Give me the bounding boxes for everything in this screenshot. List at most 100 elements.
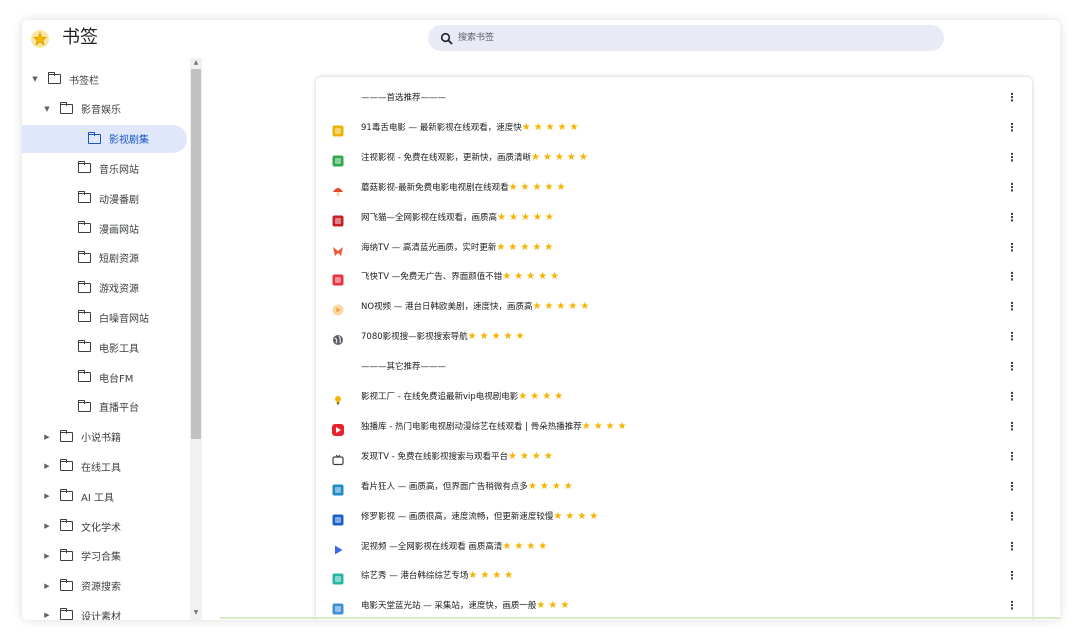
sidebar-item[interactable]: 电影工具 <box>60 333 187 361</box>
sidebar-item-label: 动漫番剧 <box>99 194 139 206</box>
more-vert-icon[interactable]: ⋮ <box>1006 359 1018 375</box>
sidebar-item[interactable]: 短剧资源 <box>60 244 187 272</box>
bookmark-row[interactable]: 海纳TV — 高清蓝光画质，实时更新★★★★★ ⋮ <box>316 235 1032 265</box>
more-vert-icon[interactable]: ⋮ <box>1006 539 1018 555</box>
bookmark-title[interactable]: 网飞猫—全网影视在线观看，画质高★★★★★ <box>361 212 557 224</box>
bookmark-row[interactable]: ———首选推荐——— ⋮ <box>316 85 1032 115</box>
more-vert-icon[interactable]: ⋮ <box>1006 598 1018 614</box>
star-rating: ★★★★ <box>553 510 602 522</box>
chevron-right-icon[interactable]: ▶ <box>42 522 52 530</box>
bookmark-row[interactable]: 综艺秀 — 港台韩综综艺专场★★★★ ⋮ <box>316 563 1032 593</box>
search-input[interactable] <box>458 28 928 48</box>
more-vert-icon[interactable]: ⋮ <box>1006 389 1018 405</box>
bookmark-title[interactable]: 看片狂人 — 画质高，但界面广告稍微有点多★★★★ <box>361 481 576 493</box>
chevron-right-icon[interactable]: ▶ <box>42 492 52 500</box>
bookmark-row[interactable]: 修罗影视 — 画质很高，速度流畅，但更新速度较慢★★★★ ⋮ <box>316 504 1032 534</box>
sidebar-item[interactable]: 音乐网站 <box>60 154 187 182</box>
sidebar-item[interactable]: ▶ 在线工具 <box>42 452 187 480</box>
sidebar-item[interactable]: 电台FM <box>60 363 187 391</box>
bookmark-title[interactable]: 发现TV - 免费在线影视搜索与观看平台★★★★ <box>361 451 556 463</box>
bookmark-row[interactable]: 泥视频 —全网影视在线观看 画质高清★★★★ ⋮ <box>316 534 1032 564</box>
more-vert-icon[interactable]: ⋮ <box>1006 180 1018 196</box>
more-vert-icon[interactable]: ⋮ <box>1006 299 1018 315</box>
bookmark-row[interactable]: 看片狂人 — 画质高，但界面广告稍微有点多★★★★ ⋮ <box>316 474 1032 504</box>
bookmark-row[interactable]: 影视工厂 - 在线免费追最新vip电视剧电影★★★★ ⋮ <box>316 384 1032 414</box>
sidebar-item[interactable]: 游戏资源 <box>60 274 187 302</box>
bookmark-title-text: 网飞猫—全网影视在线观看，画质高 <box>361 212 498 223</box>
bookmark-title[interactable]: 注视影视 - 免费在线观影，更新快，画质清晰★★★★★ <box>361 152 591 164</box>
bookmark-title[interactable]: 海纳TV — 高清蓝光画质，实时更新★★★★★ <box>361 242 556 254</box>
bookmark-title[interactable]: 影视工厂 - 在线免费追最新vip电视剧电影★★★★ <box>361 391 566 403</box>
sidebar-item[interactable]: 动漫番剧 <box>60 184 187 212</box>
chevron-right-icon[interactable]: ▶ <box>42 433 52 441</box>
star-rating: ★★★★ <box>502 540 551 552</box>
more-vert-icon[interactable]: ⋮ <box>1006 150 1018 166</box>
chevron-right-icon[interactable]: ▶ <box>42 552 52 560</box>
bookmark-row[interactable]: 发现TV - 免费在线影视搜索与观看平台★★★★ ⋮ <box>316 444 1032 474</box>
bookmark-title[interactable]: 电影天堂蓝光站 — 采集站，速度快，画质一般★★★ <box>361 600 572 612</box>
scroll-thumb[interactable] <box>191 69 201 439</box>
bookmark-row[interactable]: 飞快TV —免费无广告、界面颜值不错★★★★★ ⋮ <box>316 264 1032 294</box>
bookmark-title[interactable]: 修罗影视 — 画质很高，速度流畅，但更新速度较慢★★★★ <box>361 511 601 523</box>
bookmark-title[interactable]: 飞快TV —免费无广告、界面颜值不错★★★★★ <box>361 271 562 283</box>
chevron-down-icon[interactable]: ▼ <box>42 105 52 113</box>
chevron-down-icon[interactable]: ▼ <box>30 75 40 83</box>
sidebar-item-label: 游戏资源 <box>99 284 139 296</box>
bookmark-title[interactable]: 7080影视搜—影视搜索导航★★★★★ <box>361 331 527 343</box>
more-vert-icon[interactable]: ⋮ <box>1006 479 1018 495</box>
more-vert-icon[interactable]: ⋮ <box>1006 120 1018 136</box>
sidebar-item[interactable]: ▶ 文化学术 <box>42 512 187 540</box>
chevron-right-icon[interactable]: ▶ <box>42 611 52 619</box>
bookmark-row[interactable]: 注视影视 - 免费在线观影，更新快，画质清晰★★★★★ ⋮ <box>316 145 1032 175</box>
play-orange-icon <box>332 301 344 316</box>
bookmark-title[interactable]: 蘑菇影视-最新免费电影电视剧在线观看★★★★★ <box>361 182 568 194</box>
more-vert-icon[interactable]: ⋮ <box>1006 269 1018 285</box>
bookmark-row[interactable]: 7080影视搜—影视搜索导航★★★★★ ⋮ <box>316 324 1032 354</box>
sidebar-item[interactable]: ▶ 学习合集 <box>42 542 187 570</box>
sidebar-item[interactable]: ▼ 影音娱乐 <box>42 95 187 123</box>
chevron-right-icon[interactable]: ▶ <box>42 462 52 470</box>
sidebar-item-label: 学习合集 <box>81 552 121 564</box>
more-vert-icon[interactable]: ⋮ <box>1006 419 1018 435</box>
bookmark-title[interactable]: ———首选推荐——— <box>361 92 446 104</box>
bookmark-title-text: 泥视频 —全网影视在线观看 画质高清 <box>361 541 503 552</box>
sidebar-item[interactable]: 直播平台 <box>60 393 187 421</box>
star-rating: ★★★★★ <box>497 211 557 223</box>
bookmark-title[interactable]: 独播库 - 热门电影电视剧动漫综艺在线观看 | 骨朵热播推荐★★★★ <box>361 421 630 433</box>
sidebar-item-label: 音乐网站 <box>99 164 139 176</box>
sidebar-item[interactable]: ▶ 设计素材 <box>42 601 187 620</box>
bookmark-title[interactable]: NO视频 — 港台日韩欧美剧，速度快，画质高★★★★★ <box>361 301 592 313</box>
bookmark-row[interactable]: 独播库 - 热门电影电视剧动漫综艺在线观看 | 骨朵热播推荐★★★★ ⋮ <box>316 414 1032 444</box>
chevron-right-icon[interactable]: ▶ <box>42 582 52 590</box>
scroll-down-arrow-icon[interactable]: ▼ <box>190 608 202 618</box>
bookmark-row[interactable]: ———其它推荐——— ⋮ <box>316 354 1032 384</box>
more-vert-icon[interactable]: ⋮ <box>1006 240 1018 256</box>
sidebar-item[interactable]: ▶ AI 工具 <box>42 482 187 510</box>
bookmark-title[interactable]: 泥视频 —全网影视在线观看 画质高清★★★★ <box>361 541 550 553</box>
search-box[interactable] <box>428 25 944 51</box>
scroll-up-arrow-icon[interactable]: ▲ <box>190 58 202 68</box>
more-vert-icon[interactable]: ⋮ <box>1006 509 1018 525</box>
more-vert-icon[interactable]: ⋮ <box>1006 568 1018 584</box>
bookmark-row[interactable]: 蘑菇影视-最新免费电影电视剧在线观看★★★★★ ⋮ <box>316 175 1032 205</box>
more-vert-icon[interactable]: ⋮ <box>1006 90 1018 106</box>
bookmark-row[interactable]: 网飞猫—全网影视在线观看，画质高★★★★★ ⋮ <box>316 205 1032 235</box>
bookmark-row[interactable]: 电影天堂蓝光站 — 采集站，速度快，画质一般★★★ ⋮ <box>316 593 1032 620</box>
sidebar-item[interactable]: ▶ 小说书籍 <box>42 423 187 451</box>
more-vert-icon[interactable]: ⋮ <box>1006 210 1018 226</box>
sidebar-scrollbar[interactable]: ▲ ▼ <box>190 58 202 620</box>
more-vert-icon[interactable]: ⋮ <box>1006 449 1018 465</box>
sidebar-item[interactable]: ▶ 资源搜索 <box>42 572 187 600</box>
bookmark-title[interactable]: 91毒舌电影 — 最新影视在线观看，速度快★★★★★ <box>361 122 582 134</box>
sidebar-item[interactable]: 漫画网站 <box>60 214 187 242</box>
more-vert-icon[interactable]: ⋮ <box>1006 329 1018 345</box>
bookmark-row[interactable]: NO视频 — 港台日韩欧美剧，速度快，画质高★★★★★ ⋮ <box>316 294 1032 324</box>
search-icon[interactable] <box>440 31 454 45</box>
bookmark-title-text: 独播库 - 热门电影电视剧动漫综艺在线观看 | 骨朵热播推荐 <box>361 421 582 432</box>
bookmark-title[interactable]: ———其它推荐——— <box>361 361 446 373</box>
bookmark-title[interactable]: 综艺秀 — 港台韩综综艺专场★★★★ <box>361 570 516 582</box>
sidebar-item[interactable]: 白噪音网站 <box>60 303 187 331</box>
sidebar-item[interactable]: ▼ 书签栏 <box>30 65 187 93</box>
bookmark-row[interactable]: 91毒舌电影 — 最新影视在线观看，速度快★★★★★ ⋮ <box>316 115 1032 145</box>
sidebar-item[interactable]: 影视剧集 <box>22 124 187 153</box>
